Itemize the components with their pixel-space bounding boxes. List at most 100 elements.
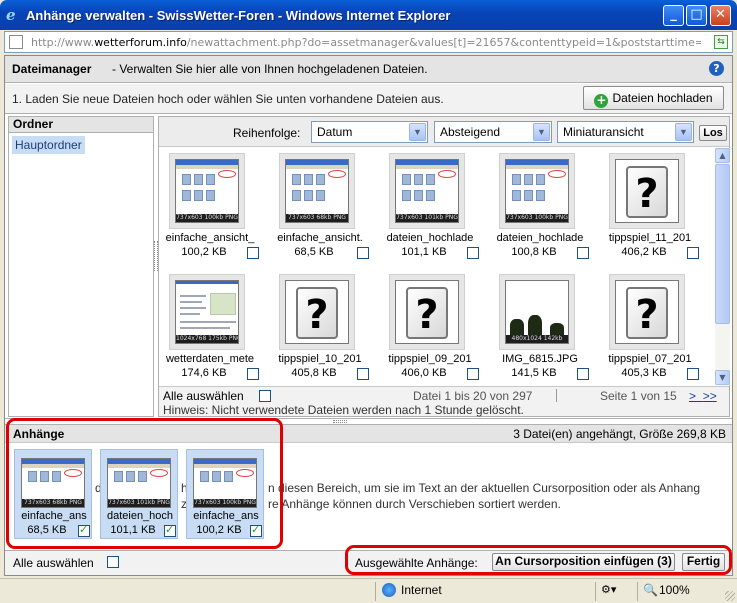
compat-view-icon[interactable]: ⇆: [714, 35, 728, 49]
zoom-icon[interactable]: 🔍: [643, 583, 658, 597]
zoom-level[interactable]: 100%: [659, 583, 690, 597]
attachment-tile[interactable]: 737x603 100kb PNG einfache_ans 100,2 KB: [186, 449, 264, 539]
select-all-attachments-checkbox[interactable]: [107, 556, 119, 568]
url-domain: wetterforum.info: [94, 36, 187, 49]
security-zone: Internet: [401, 583, 442, 597]
file-checkbox[interactable]: [357, 247, 369, 259]
file-checkbox[interactable]: [467, 247, 479, 259]
file-thumbnail[interactable]: 737x603 68kb PNG: [279, 153, 355, 229]
attachment-tile[interactable]: 737x603 101kb PNG dateien_hoch 101,1 KB: [100, 449, 178, 539]
sort-field-select[interactable]: Datum ▼: [311, 121, 428, 143]
file-checkbox[interactable]: [687, 368, 699, 380]
done-button[interactable]: Fertig: [682, 553, 725, 571]
file-thumbnail[interactable]: 737x603 100kb PNG: [169, 153, 245, 229]
folder-item-hauptordner[interactable]: Hauptordner: [12, 136, 85, 154]
upload-button[interactable]: + Dateien hochladen: [583, 86, 724, 110]
file-tile[interactable]: 737x603 101kb PNG dateien_hochlade 101,1…: [381, 148, 481, 268]
file-thumbnail[interactable]: ?: [389, 274, 465, 350]
next-page-link[interactable]: >: [689, 389, 696, 403]
pagination-links[interactable]: > >>: [689, 389, 717, 403]
view-mode-select[interactable]: Miniaturansicht ▼: [557, 121, 694, 143]
screenshot-thumb: 737x603 100kb PNG: [505, 159, 569, 223]
sort-field-value: Datum: [317, 125, 353, 139]
scroll-thumb[interactable]: [715, 164, 730, 324]
attachment-checkbox[interactable]: [250, 523, 262, 537]
file-tile[interactable]: ? tippspiel_09_201 406,0 KB: [381, 269, 481, 385]
file-tile[interactable]: 737x603 100kb PNG einfache_ansicht_ 100,…: [161, 148, 261, 268]
status-divider: [595, 582, 596, 601]
question-mark-thumb: ?: [285, 280, 349, 344]
sort-go-button[interactable]: Los: [699, 125, 727, 141]
file-browser-footer: Alle auswählen Datei 1 bis 20 von 297 Se…: [159, 386, 729, 417]
file-thumbnail[interactable]: 480x1024 142kb: [499, 274, 575, 350]
thumb-caption: 737x603 100kb PNG: [194, 499, 256, 507]
file-name: einfache_ansicht.: [277, 232, 363, 244]
file-checkbox[interactable]: [577, 368, 589, 380]
thumb-caption: 737x603 101kb PNG: [396, 214, 458, 222]
file-tile[interactable]: 737x603 68kb PNG einfache_ansicht. 68,5 …: [271, 148, 371, 268]
attachment-name: dateien_hoch: [106, 510, 174, 522]
file-checkbox[interactable]: [687, 247, 699, 259]
protected-mode-icon[interactable]: ⚙▾: [601, 583, 616, 596]
file-checkbox[interactable]: [247, 247, 259, 259]
attachment-size: 101,1 KB: [110, 524, 156, 536]
file-tile[interactable]: 737x603 100kb PNG dateien_hochlade 100,8…: [491, 148, 591, 268]
upload-button-label: Dateien hochladen: [612, 91, 713, 105]
thumb-caption: 737x603 100kb PNG: [506, 214, 568, 222]
file-name: tippspiel_07_201: [608, 353, 692, 365]
file-thumbnail[interactable]: 737x603 100kb PNG: [499, 153, 575, 229]
file-tile[interactable]: 1024x768 175kb PNG wetterdaten_mete 174,…: [161, 269, 261, 385]
address-bar[interactable]: http://www.wetterforum.info/newattachmen…: [4, 31, 733, 53]
file-tile[interactable]: ? tippspiel_11_201 406,2 KB: [601, 148, 701, 268]
scroll-up-icon[interactable]: ▲: [715, 148, 730, 163]
last-page-link[interactable]: >>: [703, 389, 717, 403]
file-tile[interactable]: ? tippspiel_10_201 405,8 KB: [271, 269, 371, 385]
file-size: 405,3 KB: [621, 367, 667, 379]
file-size: 68,5 KB: [294, 246, 334, 258]
attachment-tile[interactable]: 737x603 68kb PNG einfache_ans 68,5 KB: [14, 449, 92, 539]
file-checkbox[interactable]: [467, 368, 479, 380]
file-checkbox[interactable]: [247, 368, 259, 380]
file-name: tippspiel_10_201: [278, 353, 362, 365]
attachment-name: einfache_ans: [21, 510, 87, 522]
thumb-caption: 1024x768 175kb PNG: [176, 335, 239, 343]
maximize-button[interactable]: □: [686, 5, 707, 26]
manager-title: Dateimanager: [12, 62, 92, 76]
file-thumbnail[interactable]: 1024x768 175kb PNG: [169, 274, 245, 350]
ie-logo-icon: e: [6, 6, 16, 24]
file-size: 405,8 KB: [291, 367, 337, 379]
close-button[interactable]: ✕: [710, 5, 731, 26]
attachments-footer: Alle auswählen Ausgewählte Anhänge: An C…: [5, 550, 732, 575]
select-all-files-checkbox[interactable]: [259, 390, 271, 402]
file-checkbox[interactable]: [577, 247, 589, 259]
upload-instructions: 1. Laden Sie neue Dateien hoch oder wähl…: [12, 92, 444, 106]
window-titlebar: e Anhänge verwalten - SwissWetter-Foren …: [0, 0, 737, 30]
sort-direction-select[interactable]: Absteigend ▼: [434, 121, 552, 143]
file-thumbnail[interactable]: 737x603 101kb PNG: [389, 153, 465, 229]
resize-grip-icon[interactable]: [725, 591, 735, 601]
help-icon[interactable]: ?: [709, 61, 724, 76]
file-range: Datei 1 bis 20 von 297: [413, 389, 533, 403]
attachment-checkbox[interactable]: [164, 523, 176, 537]
insert-at-cursor-button[interactable]: An Cursorposition einfügen (3): [492, 553, 675, 571]
file-size: 100,8 KB: [511, 246, 557, 258]
manager-description: - Verwalten Sie hier alle von Ihnen hoch…: [112, 62, 428, 76]
file-thumbnail[interactable]: ?: [609, 274, 685, 350]
file-grid-scrollbar[interactable]: ▲ ▼: [715, 148, 730, 385]
url-rest: /newattachment.php?do=assetmanager&value…: [186, 36, 701, 49]
file-tile[interactable]: 480x1024 142kb IMG_6815.JPG 141,5 KB: [491, 269, 591, 385]
map-thumb: 1024x768 175kb PNG: [175, 280, 239, 344]
file-grid: 737x603 100kb PNG einfache_ansicht_ 100,…: [159, 148, 715, 385]
file-checkbox[interactable]: [357, 368, 369, 380]
file-thumbnail[interactable]: ?: [609, 153, 685, 229]
file-size: 174,6 KB: [181, 367, 227, 379]
address-url[interactable]: http://www.wetterforum.info/newattachmen…: [31, 36, 701, 49]
scroll-down-icon[interactable]: ▼: [715, 370, 730, 385]
attachments-heading: Anhänge: [13, 427, 65, 441]
splitter-grip-icon: [333, 420, 347, 423]
upload-bar: 1. Laden Sie neue Dateien hoch oder wähl…: [5, 84, 732, 114]
file-thumbnail[interactable]: ?: [279, 274, 355, 350]
attachment-checkbox[interactable]: [78, 523, 90, 537]
file-tile[interactable]: ? tippspiel_07_201 405,3 KB: [601, 269, 701, 385]
minimize-button[interactable]: _: [663, 5, 684, 26]
